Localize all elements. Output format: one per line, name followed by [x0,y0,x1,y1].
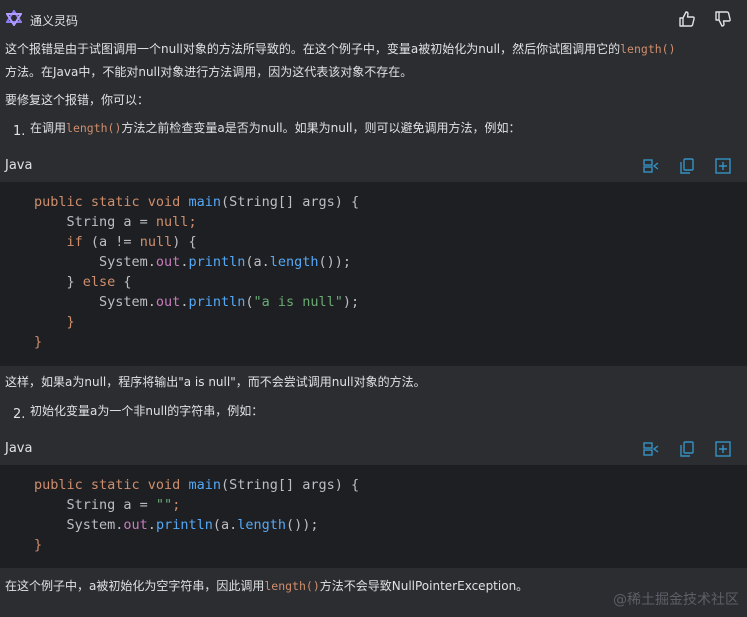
inline-code: length() [264,579,320,593]
inline-code: length() [66,121,122,135]
conclusion-part: 在这个例子中，a被初始化为空字符串，因此调用 [5,579,265,593]
step-text: 在调用 [30,121,67,135]
code-language: Java [5,158,33,173]
code-line: String a = ""; [34,497,181,513]
insert-code-icon[interactable] [642,157,660,175]
tongyi-logo-icon [6,10,22,26]
conclusion-part: 方法不会导致NullPointerException。 [319,579,529,593]
insert-code-icon[interactable] [642,440,660,458]
thumbs-up-icon[interactable] [678,10,696,28]
intro-text: 这个报错是由于试图调用一个null对象的方法所导致的。在这个例子中，变量a被初始… [5,42,621,56]
watermark: @稀土掘金技术社区 [613,592,739,608]
step-2-text: 初始化变量a为一个非null的字符串，例如： [30,404,264,418]
code-line: if (a != null) { [34,234,197,250]
new-file-icon[interactable] [714,157,732,175]
copy-icon[interactable] [678,440,696,458]
fix-intro: 要修复这个报错，你可以： [5,93,150,107]
thumbs-down-icon[interactable] [714,10,732,28]
after-code-text: 这样，如果a为null，程序将输出"a is null"，而不会尝试调用null… [5,375,426,389]
code-line: } [34,334,43,350]
inline-code: length() [620,42,676,56]
new-file-icon[interactable] [714,440,732,458]
code-line: System.out.println(a.length()); [34,254,352,270]
intro-line-2: 方法。在Java中，不能对null对象进行方法调用，因为这代表该对象不存在。 [5,65,413,79]
step-number: 1. [13,124,26,139]
code-language: Java [5,441,33,456]
code-line: } else { [34,274,132,290]
code-block: Java public static void main(String[] ar… [0,150,747,366]
code-line: } [34,314,75,330]
code-line: System.out.println(a.length()); [34,517,319,533]
intro-line-1: 这个报错是由于试图调用一个null对象的方法所导致的。在这个例子中，变量a被初始… [5,38,676,60]
app-name: 通义灵码 [30,14,79,28]
header: 通义灵码 [0,0,747,38]
copy-icon[interactable] [678,157,696,175]
code-block-header: Java [0,433,747,466]
code-line: System.out.println("a is null"); [34,294,360,310]
step-text: 方法之前检查变量a是否为null。如果为null，则可以避免调用方法，例如： [121,121,521,135]
code-line: String a = null; [34,214,197,230]
code-line: public static void main(String[] args) { [34,477,360,493]
step-1-text: 在调用length()方法之前检查变量a是否为null。如果为null，则可以避… [30,117,521,139]
conclusion-text: 在这个例子中，a被初始化为空字符串，因此调用length()方法不会导致Null… [5,575,528,597]
code-line: } [34,537,43,553]
step-number: 2. [13,407,26,422]
code-line: public static void main(String[] args) { [34,194,360,210]
code-block-header: Java [0,150,747,183]
code-block: Java public static void main(String[] ar… [0,433,747,568]
